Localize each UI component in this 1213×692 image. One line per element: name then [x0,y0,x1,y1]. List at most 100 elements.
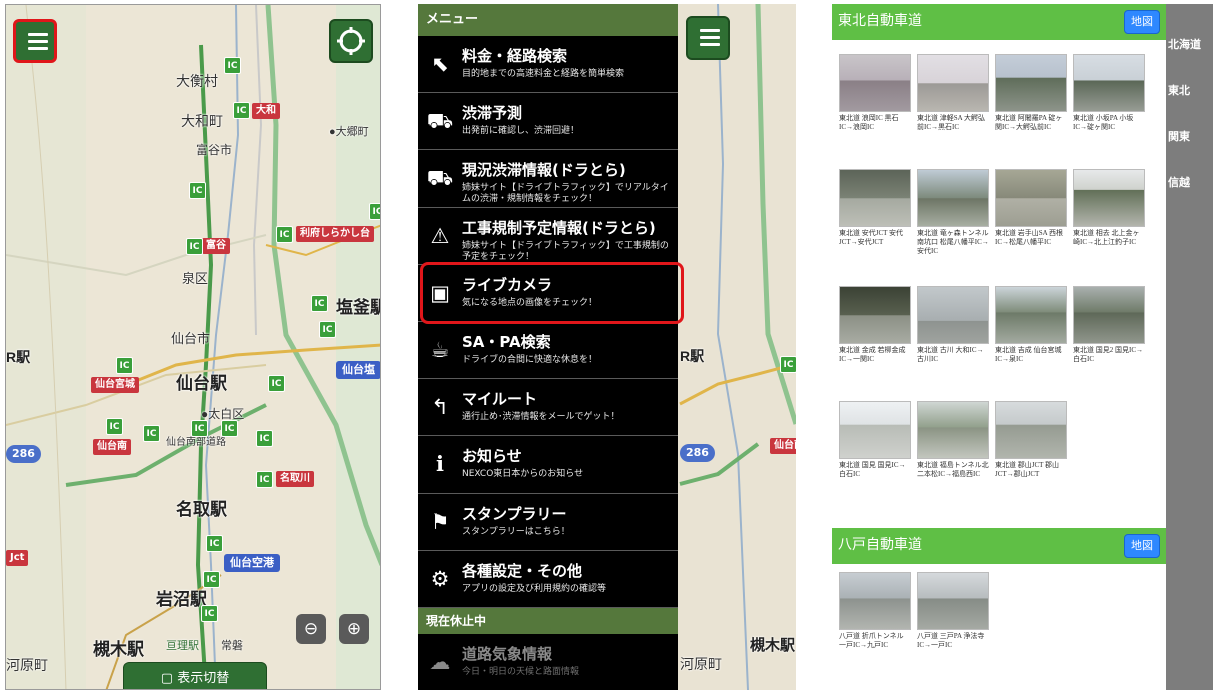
side-menu: メニュー ⬉ 料金・経路検索 目的地までの高速料金と経路を簡単検索 ⛟ 渋滞予測 出発前に… [418,4,678,690]
ic-marker[interactable]: IC [319,321,336,338]
camera-thumbnail[interactable]: 東北道 浪岡IC 黒石IC→浪岡IC [839,54,911,132]
my-route-icon: ↰ [431,395,449,420]
menu-item[interactable]: ☕ SA・PA検索 ドライブの合間に快適な休息を！ [418,322,678,380]
menu-button[interactable] [13,19,57,63]
camera-caption: 東北道 福島トンネル北 二本松IC→福島西IC [917,461,989,478]
camera-thumbnail[interactable]: 東北道 津軽SA 大鰐弘前IC→黒石IC [917,54,989,132]
camera-caption: 東北道 吉成 仙台宮城IC→泉IC [995,346,1062,363]
camera-thumbnail[interactable]: 東北道 国見 国見IC→白石IC [839,401,911,479]
ic-marker[interactable]: IC [256,430,273,447]
ic-marker[interactable]: IC [106,418,123,435]
ic-marker[interactable]: IC [256,471,273,488]
camera-image [995,401,1067,459]
camera-thumbnail[interactable]: 東北道 吉成 仙台宮城IC→泉IC [995,286,1067,364]
region-item[interactable]: 信越 [1166,174,1213,190]
camera-image [1073,169,1145,227]
ic-marker[interactable]: IC [224,57,241,74]
ic-marker[interactable]: IC [191,420,208,437]
menu-item[interactable]: ⚑ スタンプラリー スタンプラリーはこちら！ [418,494,678,551]
ic-marker[interactable]: IC [780,356,796,373]
camera-caption: 東北道 古川 大和IC→古川IC [917,346,984,363]
ic-marker[interactable]: IC [369,203,380,220]
map-button[interactable]: 地図 [1124,534,1160,558]
camera-thumbnail[interactable]: 東北道 金成 若柳金成IC→一関IC [839,286,911,364]
hamburger-icon [28,33,48,36]
menu-item[interactable]: ⛟ 渋滞予測 出発前に確認し、渋滞回避！ [418,93,678,151]
map-view[interactable]: 大衡村 大和町 ●大郷町 富谷市 泉区 塩釜駅 仙台市 仙台駅 R駅 ●太白区 … [6,5,380,689]
traffic-icon: ⛟ [426,166,454,191]
ic-marker[interactable]: IC [276,226,293,243]
camera-thumbnail[interactable]: 東北道 福島トンネル北 二本松IC→福島西IC [917,401,989,479]
menu-item-title: 現況渋滞情報(ドラとら) [462,161,626,180]
camera-thumbnail[interactable]: 東北道 古川 大和IC→古川IC [917,286,989,364]
camera-thumbnail[interactable]: 東北道 郡山JCT 郡山JCT→郡山JCT [995,401,1067,479]
camera-thumbnail[interactable]: 八戸道 三戸PA 浄法寺IC→一戸IC [917,572,989,650]
menu-item-title: 料金・経路検索 [462,47,568,65]
map-label: 塩釜駅 [336,298,380,317]
map-tag: 仙台南 [93,439,131,455]
ic-marker[interactable]: IC [268,375,285,392]
zoom-out-button[interactable]: ⊖ [296,614,326,644]
menu-item-subtitle: 通行止め･渋滞情報をメールでゲット！ [462,412,620,423]
menu-item-subtitle: 出発前に確認し、渋滞回避！ [462,126,580,137]
locate-button[interactable] [329,19,373,63]
menu-item[interactable]: ⚙ 各種設定・その他 アプリの設定及び利用規約の確認等 [418,551,678,608]
menu-item-subtitle: 姉妹サイト【ドライブトラフィック】で工事規制の予定をチェック！ [462,240,669,262]
menu-item[interactable]: ↰ マイルート通行止め･渋滞情報をメールでゲット！ [418,379,678,437]
weather-icon: ☁ [429,649,451,674]
section-title: 八戸自動車道 [838,538,922,553]
camera-image [839,572,911,630]
map-label: 大衡村 [176,73,218,89]
map-tag: 286 [680,444,715,462]
camera-caption: 東北道 阿闍羅PA 碇ヶ関IC→大鰐弘前IC [995,114,1063,131]
ic-marker[interactable]: IC [206,535,223,552]
camera-image [917,572,989,630]
camera-thumbnail[interactable]: 東北道 岩手山SA 西根IC→松尾八幡平IC [995,169,1067,247]
menu-item[interactable]: ℹ お知らせ NEXCO東日本からのお知らせ [418,436,678,494]
map-label: 岩沼駅 [156,590,207,609]
ic-marker[interactable]: IC [311,295,328,312]
ic-marker[interactable]: IC [143,425,160,442]
ic-marker[interactable]: IC [116,357,133,374]
menu-button[interactable] [686,16,730,60]
ic-marker[interactable]: IC [203,571,220,588]
camera-caption: 東北道 相去 北上金ヶ崎IC→北上江釣子IC [1073,229,1140,246]
camera-image [917,286,989,344]
region-item[interactable]: 北海道 [1166,36,1213,52]
map-button[interactable]: 地図 [1124,10,1160,34]
camera-thumbnail[interactable]: 東北道 小坂PA 小坂IC→碇ヶ関IC [1073,54,1145,132]
menu-item-subtitle: 今日・明日の天候と路面情報 [462,666,580,677]
ic-marker[interactable]: IC [186,238,203,255]
menu-item[interactable]: ⛟ 現況渋滞情報(ドラとら) 姉妹サイト【ドライブトラフィック】でリアルタイムの渋滞… [418,150,678,208]
zoom-in-button[interactable]: ⊕ [339,614,369,644]
menu-item-title: マイルート [462,390,538,409]
display-switch-button[interactable]: ▢ 表示切替 [123,662,267,689]
section-header-tohoku: 東北自動車道 地図 [832,4,1166,40]
flag-icon: ⚑ [430,509,450,534]
camera-image [995,169,1067,227]
region-item[interactable]: 関東 [1166,128,1213,144]
ic-marker[interactable]: IC [221,420,238,437]
menu-item-subtitle: ドライブの合間に快適な休息を！ [462,354,598,365]
menu-item-subtitle: NEXCO東日本からのお知らせ [462,469,584,480]
hamburger-icon [700,29,720,32]
menu-item-subtitle: 姉妹サイト【ドライブトラフィック】でリアルタイムの渋滞・規制情報をチェック！ [462,183,669,205]
camera-caption: 東北道 金成 若柳金成IC→一関IC [839,346,906,363]
camera-thumbnail[interactable]: 東北道 国見2 国見IC→白石IC [1073,286,1145,364]
camera-thumbnail[interactable]: 東北道 相去 北上金ヶ崎IC→北上江釣子IC [1073,169,1145,247]
camera-image [839,54,911,112]
camera-thumbnail[interactable]: 八戸道 折爪トンネル 一戸IC→九戸IC [839,572,911,650]
camera-thumbnail[interactable]: 東北道 阿闍羅PA 碇ヶ関IC→大鰐弘前IC [995,54,1067,132]
ic-marker[interactable]: IC [201,605,218,622]
camera-thumbnail[interactable]: 東北道 竜ヶ森トンネル南坑口 松尾八幡平IC→安代IC [917,169,989,256]
camera-caption: 東北道 津軽SA 大鰐弘前IC→黒石IC [917,114,986,131]
map-label: 泉区 [182,271,209,286]
menu-item[interactable]: ⚠ 工事規制予定情報(ドラとら) 姉妹サイト【ドライブトラフィック】で工事規制の予定… [418,208,678,265]
menu-item[interactable]: ⬉ 料金・経路検索 目的地までの高速料金と経路を簡単検索 [418,36,678,94]
camera-caption: 八戸道 三戸PA 浄法寺IC→一戸IC [917,632,985,649]
camera-thumbnail[interactable]: 東北道 安代JCT 安代JCT→安代JCT [839,169,911,247]
ic-marker[interactable]: IC [189,182,206,199]
ic-marker[interactable]: IC [233,102,250,119]
region-item[interactable]: 東北 [1166,82,1213,98]
region-sidebar: 北海道 東北 関東 信越 [1166,4,1213,690]
